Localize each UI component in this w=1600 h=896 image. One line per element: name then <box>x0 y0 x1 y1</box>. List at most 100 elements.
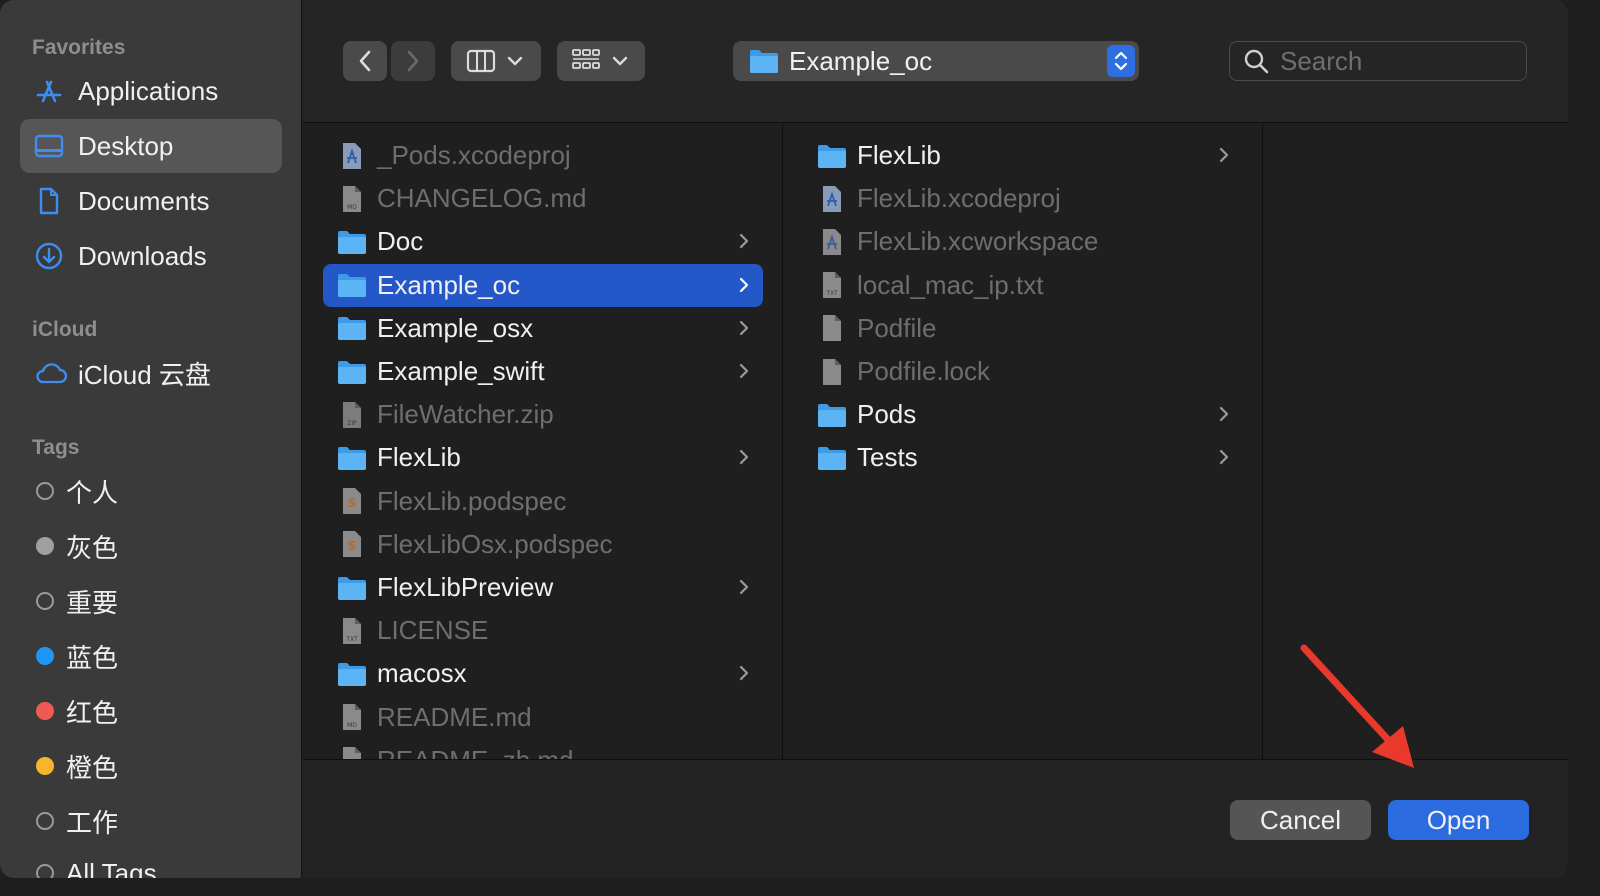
file-row[interactable]: FlexLib.xcodeproj <box>803 177 1243 220</box>
group-by-button[interactable] <box>557 41 645 81</box>
folder-row[interactable]: FlexLib <box>803 134 1243 177</box>
folder-row[interactable]: Pods <box>803 393 1243 436</box>
text-file-icon: TXT <box>817 271 847 299</box>
markdown-file-icon: MD <box>337 746 367 759</box>
folder-icon <box>817 444 847 472</box>
folder-row[interactable]: Example_osx <box>323 307 763 350</box>
file-row[interactable]: _Pods.xcodeproj <box>323 134 763 177</box>
chevron-right-icon <box>737 274 751 301</box>
sidebar-item-downloads[interactable]: Downloads <box>20 229 282 283</box>
markdown-file-icon: MD <box>337 185 367 213</box>
file-row[interactable]: TXT local_mac_ip.txt <box>803 264 1243 307</box>
markdown-file-icon: MD <box>337 703 367 731</box>
chevron-right-icon <box>737 317 751 344</box>
chevron-right-icon <box>737 446 751 473</box>
folder-icon <box>337 228 367 256</box>
cancel-button[interactable]: Cancel <box>1230 800 1371 840</box>
podspec-file-icon: S <box>337 530 367 558</box>
file-row[interactable]: FlexLib.xcworkspace <box>803 220 1243 263</box>
file-row[interactable]: ZIP FileWatcher.zip <box>323 393 763 436</box>
sidebar: Favorites Applications Desktop Documents… <box>0 0 302 878</box>
folder-row[interactable]: FlexLib <box>323 436 763 479</box>
tag-label: 橙色 <box>66 752 119 783</box>
search-icon <box>1244 49 1269 74</box>
file-row[interactable]: MD CHANGELOG.md <box>323 177 763 220</box>
tag-item[interactable]: 个人 <box>20 464 282 518</box>
desktop-icon <box>34 131 68 161</box>
tag-label: 灰色 <box>66 532 119 563</box>
search-input[interactable] <box>1278 44 1512 78</box>
tag-item[interactable]: 蓝色 <box>20 629 282 683</box>
tag-color-dot <box>36 482 54 500</box>
icloud-heading: iCloud <box>32 318 98 341</box>
svg-text:ZIP: ZIP <box>347 420 357 427</box>
toolbar: Example_oc <box>303 0 1568 123</box>
tag-color-dot <box>36 702 54 720</box>
open-button[interactable]: Open <box>1388 800 1529 840</box>
file-name: LICENSE <box>377 615 489 646</box>
view-mode-button[interactable] <box>451 41 541 81</box>
tag-label: 个人 <box>66 477 119 508</box>
sidebar-item-documents[interactable]: Documents <box>20 174 282 228</box>
file-row[interactable]: Podfile <box>803 307 1243 350</box>
browser-column-2[interactable]: FlexLib FlexLib.xcodeproj FlexLib.xcworksp… <box>783 123 1263 759</box>
folder-row[interactable]: Example_swift <box>323 350 763 393</box>
file-name: Podfile.lock <box>857 356 990 386</box>
file-name: Doc <box>377 226 424 257</box>
downloads-icon <box>34 241 68 271</box>
sidebar-item-desktop[interactable]: Desktop <box>20 119 282 173</box>
back-button[interactable] <box>343 41 387 81</box>
file-row[interactable]: S FlexLibOsx.podspec <box>323 523 763 566</box>
folder-icon <box>337 660 367 688</box>
tag-label: 蓝色 <box>66 642 119 673</box>
tag-label: All Tags <box>66 857 157 879</box>
tag-item[interactable]: 灰色 <box>20 519 282 573</box>
file-name: _Pods.xcodeproj <box>377 140 571 170</box>
tag-color-dot <box>36 537 54 555</box>
file-name: FileWatcher.zip <box>377 399 554 430</box>
cloud-icon <box>34 358 68 388</box>
search-field[interactable] <box>1229 41 1527 81</box>
file-row[interactable]: S FlexLib.podspec <box>323 480 763 523</box>
folder-row[interactable]: Tests <box>803 436 1243 479</box>
file-row[interactable]: Podfile.lock <box>803 350 1243 393</box>
folder-row[interactable]: Doc <box>323 220 763 263</box>
document-icon <box>34 186 68 216</box>
sidebar-item-applications[interactable]: Applications <box>20 64 282 118</box>
browser-column-1[interactable]: _Pods.xcodeproj MD CHANGELOG.md Doc Example_… <box>303 123 783 759</box>
folder-row[interactable]: Example_oc <box>323 263 763 307</box>
tag-color-dot <box>36 592 54 610</box>
chevron-right-icon <box>1217 144 1231 171</box>
file-name: README.md <box>377 701 532 732</box>
sidebar-item-label: Applications <box>78 75 219 106</box>
file-name: local_mac_ip.txt <box>857 269 1044 300</box>
location-popup[interactable]: Example_oc <box>733 41 1139 81</box>
file-name: FlexLibOsx.podspec <box>377 528 613 559</box>
tag-item[interactable]: 工作 <box>20 794 282 848</box>
tags-heading: Tags <box>32 436 80 459</box>
folder-icon <box>337 574 367 602</box>
file-row[interactable]: MD README_zh.md <box>323 739 763 759</box>
annotation-arrow-icon <box>1300 644 1414 768</box>
forward-button[interactable] <box>391 41 435 81</box>
sidebar-item-label: iCloud 云盘 <box>78 359 211 390</box>
tag-label: 红色 <box>66 697 119 728</box>
tag-item[interactable]: 重要 <box>20 574 282 628</box>
file-row[interactable]: MD README.md <box>323 696 763 739</box>
tag-color-dot <box>36 812 54 830</box>
file-name: macosx <box>377 658 467 689</box>
file-row[interactable]: TXT LICENSE <box>323 609 763 652</box>
folder-row[interactable]: FlexLibPreview <box>323 566 763 609</box>
svg-text:TXT: TXT <box>345 636 358 643</box>
svg-text:MD: MD <box>347 204 357 211</box>
folder-row[interactable]: macosx <box>323 652 763 695</box>
sidebar-item-icloud-drive[interactable]: iCloud 云盘 <box>20 346 282 400</box>
xcode-project-icon <box>817 185 847 213</box>
tag-item-all-tags[interactable]: All Tags <box>20 846 282 878</box>
tag-item[interactable]: 红色 <box>20 684 282 738</box>
file-name: FlexLib.xcodeproj <box>857 183 1061 214</box>
file-icon <box>817 358 847 386</box>
zip-file-icon: ZIP <box>337 401 367 429</box>
tag-item[interactable]: 橙色 <box>20 739 282 793</box>
svg-text:S: S <box>348 496 357 510</box>
